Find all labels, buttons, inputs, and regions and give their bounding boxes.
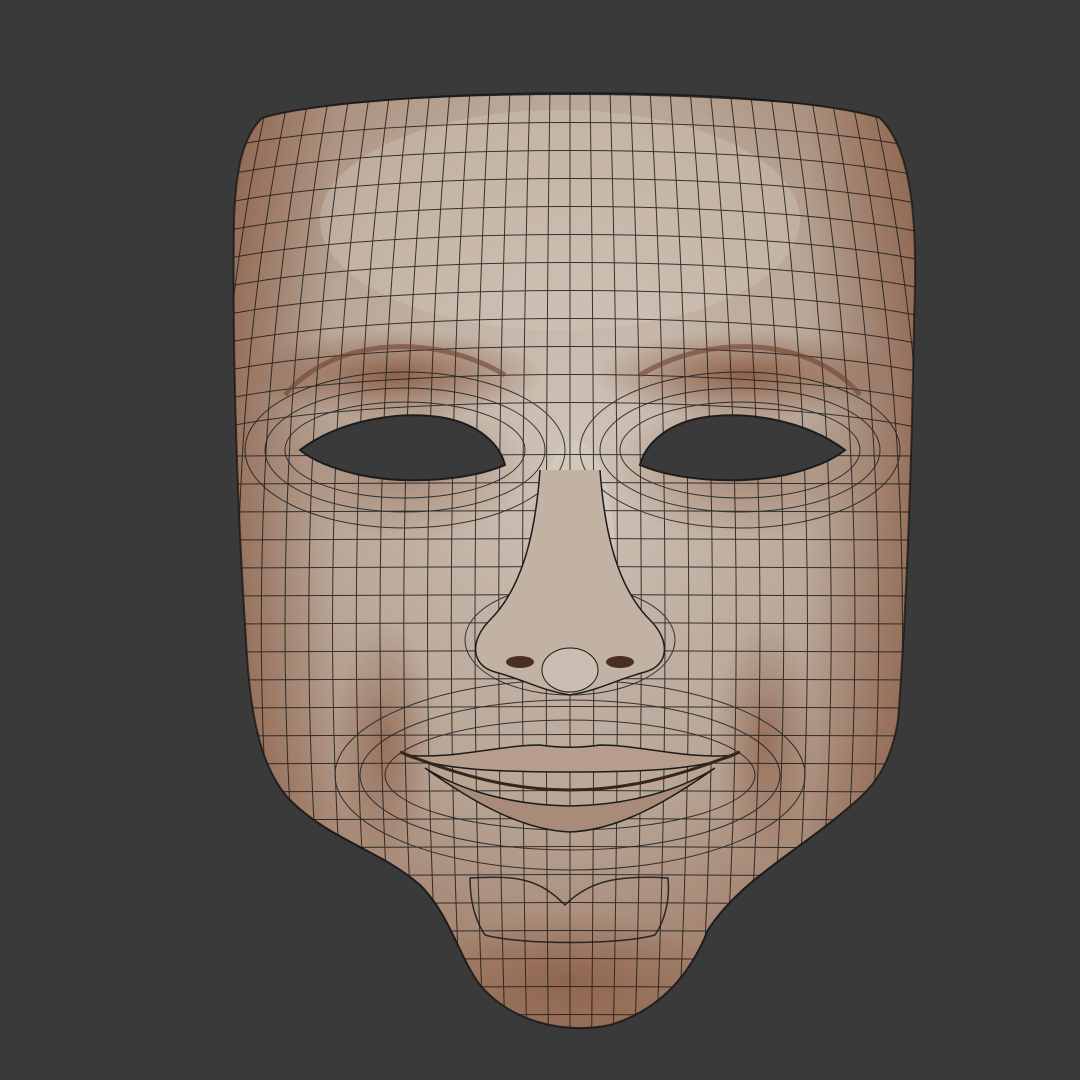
- mask-render: [220, 92, 920, 1045]
- wire-horizontal: [220, 1043, 920, 1045]
- right-nostril: [606, 656, 634, 668]
- mask-body: [220, 92, 920, 1045]
- render-viewport: [0, 0, 1080, 1080]
- left-nostril: [506, 656, 534, 668]
- nose-tip: [541, 647, 599, 693]
